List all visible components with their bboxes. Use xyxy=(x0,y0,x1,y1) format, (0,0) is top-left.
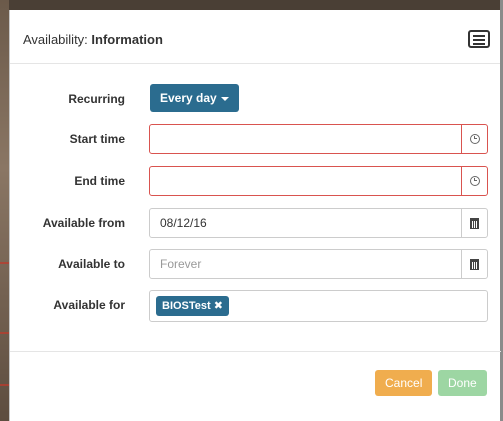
start-time-label: Start time xyxy=(69,132,125,146)
end-time-row: End time xyxy=(10,166,501,196)
availability-dialog: Availability: Information Recurring Ever… xyxy=(9,10,501,421)
available-from-row: Available from xyxy=(10,208,501,238)
start-time-picker-button[interactable] xyxy=(461,125,487,153)
list-menu-icon[interactable] xyxy=(468,30,490,48)
recurring-value: Every day xyxy=(160,91,217,105)
available-from-field xyxy=(149,208,488,238)
recurring-dropdown-button[interactable]: Every day xyxy=(150,84,239,112)
dialog-header: Availability: Information xyxy=(10,10,500,64)
dialog-title: Availability: Information xyxy=(23,32,163,47)
start-time-field xyxy=(149,124,488,154)
available-from-calendar-button[interactable] xyxy=(461,209,487,237)
available-to-calendar-button[interactable] xyxy=(461,250,487,278)
available-for-tag-input[interactable]: BIOSTest ✖ xyxy=(149,290,488,322)
available-for-row: Available for BIOSTest ✖ xyxy=(10,290,501,322)
end-time-field xyxy=(149,166,488,196)
end-time-input[interactable] xyxy=(150,167,462,195)
dialog-title-strong: Information xyxy=(91,32,163,47)
background-line xyxy=(0,262,9,264)
end-time-picker-button[interactable] xyxy=(461,167,487,195)
end-time-label: End time xyxy=(74,174,125,188)
cancel-button[interactable]: Cancel xyxy=(375,370,433,396)
available-to-field xyxy=(149,249,488,279)
dialog-footer-divider xyxy=(10,351,501,352)
available-to-input[interactable] xyxy=(150,250,462,278)
available-for-label: Available for xyxy=(53,298,125,312)
available-from-label: Available from xyxy=(42,216,125,230)
recurring-label: Recurring xyxy=(68,92,125,106)
available-to-label: Available to xyxy=(58,257,125,271)
background-line xyxy=(0,332,9,334)
done-button[interactable]: Done xyxy=(438,370,487,396)
dialog-title-prefix: Availability: xyxy=(23,32,92,47)
calendar-icon xyxy=(470,217,479,229)
available-to-row: Available to xyxy=(10,249,501,279)
start-time-input[interactable] xyxy=(150,125,462,153)
tag-chip: BIOSTest ✖ xyxy=(156,296,229,316)
background-page-edge xyxy=(0,0,9,421)
caret-down-icon xyxy=(220,96,229,101)
available-from-input[interactable] xyxy=(150,209,462,237)
tag-label: BIOSTest xyxy=(162,300,211,312)
clock-icon xyxy=(469,176,480,186)
start-time-row: Start time xyxy=(10,124,501,154)
clock-icon xyxy=(469,134,480,144)
recurring-row: Recurring Every day xyxy=(10,84,501,114)
close-icon[interactable]: ✖ xyxy=(214,296,223,316)
calendar-icon xyxy=(470,258,479,270)
background-line xyxy=(0,384,9,386)
background-top xyxy=(0,0,503,10)
